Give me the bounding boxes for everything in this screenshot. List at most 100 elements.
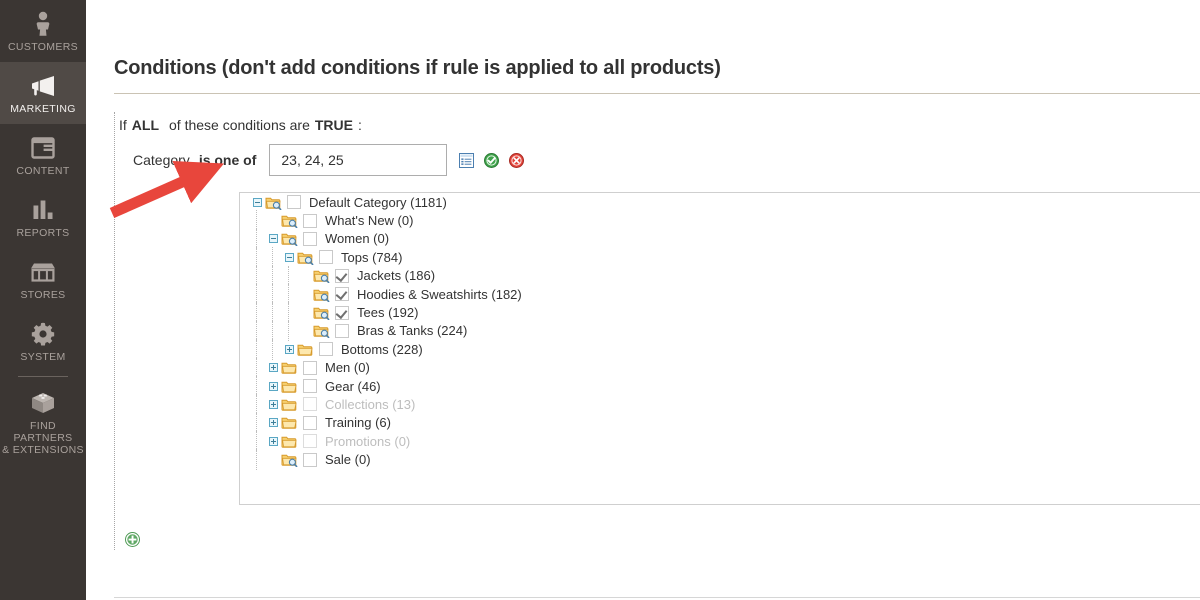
- tree-node[interactable]: Tops (784): [240, 247, 1200, 268]
- tree-node-checkbox[interactable]: [303, 213, 317, 228]
- tree-node[interactable]: Training (6): [240, 412, 1200, 434]
- tree-node-label[interactable]: Hoodies & Sweatshirts (182): [357, 287, 522, 302]
- sidebar-item-customers[interactable]: CUSTOMERS: [0, 0, 86, 62]
- tree-node-checkbox[interactable]: [335, 287, 349, 302]
- bar-chart-icon: [2, 196, 84, 224]
- tree-node-label[interactable]: Training (6): [325, 415, 391, 430]
- tree-node-label[interactable]: Tees (192): [357, 305, 418, 320]
- tree-guide-line: [256, 228, 257, 250]
- tree-guide-line: [288, 265, 289, 286]
- tree-guide-line: [288, 302, 289, 323]
- layout-icon: [2, 134, 84, 162]
- folder-search-icon: [313, 286, 331, 302]
- condition-operator[interactable]: is one of: [199, 152, 257, 168]
- tree-expand-icon[interactable]: [265, 360, 281, 376]
- tree-node-checkbox[interactable]: [319, 250, 333, 265]
- tree-node[interactable]: Sale (0): [240, 449, 1200, 470]
- aggregator-select[interactable]: ALL: [132, 117, 159, 133]
- tree-node-checkbox[interactable]: [303, 360, 317, 375]
- tree-node-label[interactable]: Jackets (186): [357, 268, 435, 283]
- tree-guide-line: [256, 320, 257, 342]
- tree-node-label[interactable]: Women (0): [325, 231, 389, 246]
- sidebar-divider: [18, 376, 68, 377]
- storefront-icon: [2, 258, 84, 286]
- condition-value-field[interactable]: [269, 144, 448, 176]
- tree-node-checkbox[interactable]: [303, 379, 317, 394]
- tree-node[interactable]: Women (0): [240, 228, 1200, 250]
- tree-node-label[interactable]: What's New (0): [325, 213, 413, 228]
- tree-node-checkbox[interactable]: [335, 268, 349, 283]
- tree-toggle-box: [268, 363, 278, 373]
- customers-icon: [2, 10, 84, 38]
- sidebar-item-label: STORES: [20, 289, 66, 301]
- tree-guide-line: [256, 302, 257, 323]
- sidebar-item-marketing[interactable]: MARKETING: [0, 62, 86, 124]
- tree-collapse-icon[interactable]: [265, 231, 281, 247]
- tree-guide-line: [272, 320, 273, 342]
- tree-node-label[interactable]: Sale (0): [325, 452, 371, 467]
- remove-x-icon[interactable]: [509, 152, 525, 168]
- tree-collapse-icon[interactable]: [249, 194, 265, 210]
- tree-node-checkbox[interactable]: [335, 305, 349, 320]
- tree-node-checkbox[interactable]: [303, 397, 317, 412]
- condition-value-input[interactable]: [279, 151, 438, 169]
- tree-toggle-placeholder: [297, 305, 313, 321]
- condition-attribute[interactable]: Category: [133, 152, 190, 168]
- tree-node-checkbox[interactable]: [303, 231, 317, 246]
- tree-node[interactable]: Bras & Tanks (224): [240, 320, 1200, 342]
- tree-node-checkbox[interactable]: [303, 434, 317, 449]
- tree-expand-icon[interactable]: [265, 378, 281, 394]
- tree-node-checkbox[interactable]: [335, 323, 349, 338]
- apply-check-icon[interactable]: [484, 152, 500, 168]
- add-condition-button[interactable]: [125, 532, 140, 547]
- tree-node-checkbox[interactable]: [319, 342, 333, 357]
- tree-guide-line: [256, 247, 257, 268]
- tree-toggle-placeholder: [297, 286, 313, 302]
- tree-node-label[interactable]: Collections (13): [325, 397, 415, 412]
- sidebar-item-reports[interactable]: REPORTS: [0, 186, 86, 248]
- truth-value-select[interactable]: TRUE: [315, 117, 353, 133]
- tree-node[interactable]: Gear (46): [240, 375, 1200, 397]
- tree-node[interactable]: Men (0): [240, 357, 1200, 378]
- tree-node-label[interactable]: Promotions (0): [325, 434, 410, 449]
- sidebar-item-find-partners[interactable]: FIND PARTNERS & EXTENSIONS: [0, 379, 86, 465]
- tree-node-label[interactable]: Bottoms (228): [341, 342, 423, 357]
- tree-expand-icon[interactable]: [281, 341, 297, 357]
- tree-node-checkbox[interactable]: [303, 452, 317, 467]
- tree-node-label[interactable]: Default Category (1181): [309, 195, 447, 210]
- tree-guide-line: [256, 357, 257, 378]
- tree-node-label[interactable]: Men (0): [325, 360, 370, 375]
- folder-icon: [297, 341, 315, 357]
- tree-node[interactable]: Tees (192): [240, 302, 1200, 323]
- tree-node[interactable]: Promotions (0): [240, 431, 1200, 452]
- folder-search-icon: [297, 249, 315, 265]
- tree-node-checkbox[interactable]: [303, 415, 317, 430]
- tree-collapse-icon[interactable]: [281, 249, 297, 265]
- tree-node[interactable]: Bottoms (228): [240, 339, 1200, 360]
- tree-expand-icon[interactable]: [265, 396, 281, 412]
- tree-node-label[interactable]: Bras & Tanks (224): [357, 323, 467, 338]
- tree-guide-line: [256, 431, 257, 452]
- tree-node-label[interactable]: Tops (784): [341, 250, 402, 265]
- tree-node[interactable]: What's New (0): [240, 210, 1200, 231]
- tree-node[interactable]: Jackets (186): [240, 265, 1200, 286]
- tree-node[interactable]: Hoodies & Sweatshirts (182): [240, 283, 1200, 305]
- tree-guide-line: [256, 265, 257, 286]
- sidebar-item-label: CUSTOMERS: [7, 41, 79, 53]
- tree-node-checkbox[interactable]: [287, 195, 301, 210]
- tree-node[interactable]: Collections (13): [240, 394, 1200, 415]
- tree-expand-icon[interactable]: [265, 433, 281, 449]
- page-title: Conditions (don't add conditions if rule…: [114, 57, 721, 79]
- sidebar-item-content[interactable]: CONTENT: [0, 124, 86, 186]
- sidebar-item-system[interactable]: SYSTEM: [0, 310, 86, 372]
- category-tree-panel[interactable]: Default Category (1181) What's New (0) Wom…: [239, 192, 1200, 505]
- box-icon: [2, 389, 84, 417]
- folder-search-icon: [281, 452, 299, 468]
- tree-node-label[interactable]: Gear (46): [325, 379, 381, 394]
- tree-node[interactable]: Default Category (1181): [240, 193, 1200, 211]
- tree-expand-icon[interactable]: [265, 415, 281, 431]
- chooser-icon[interactable]: [459, 152, 475, 168]
- sidebar-item-stores[interactable]: STORES: [0, 248, 86, 310]
- if-prefix: If: [119, 117, 127, 133]
- megaphone-icon: [2, 72, 84, 100]
